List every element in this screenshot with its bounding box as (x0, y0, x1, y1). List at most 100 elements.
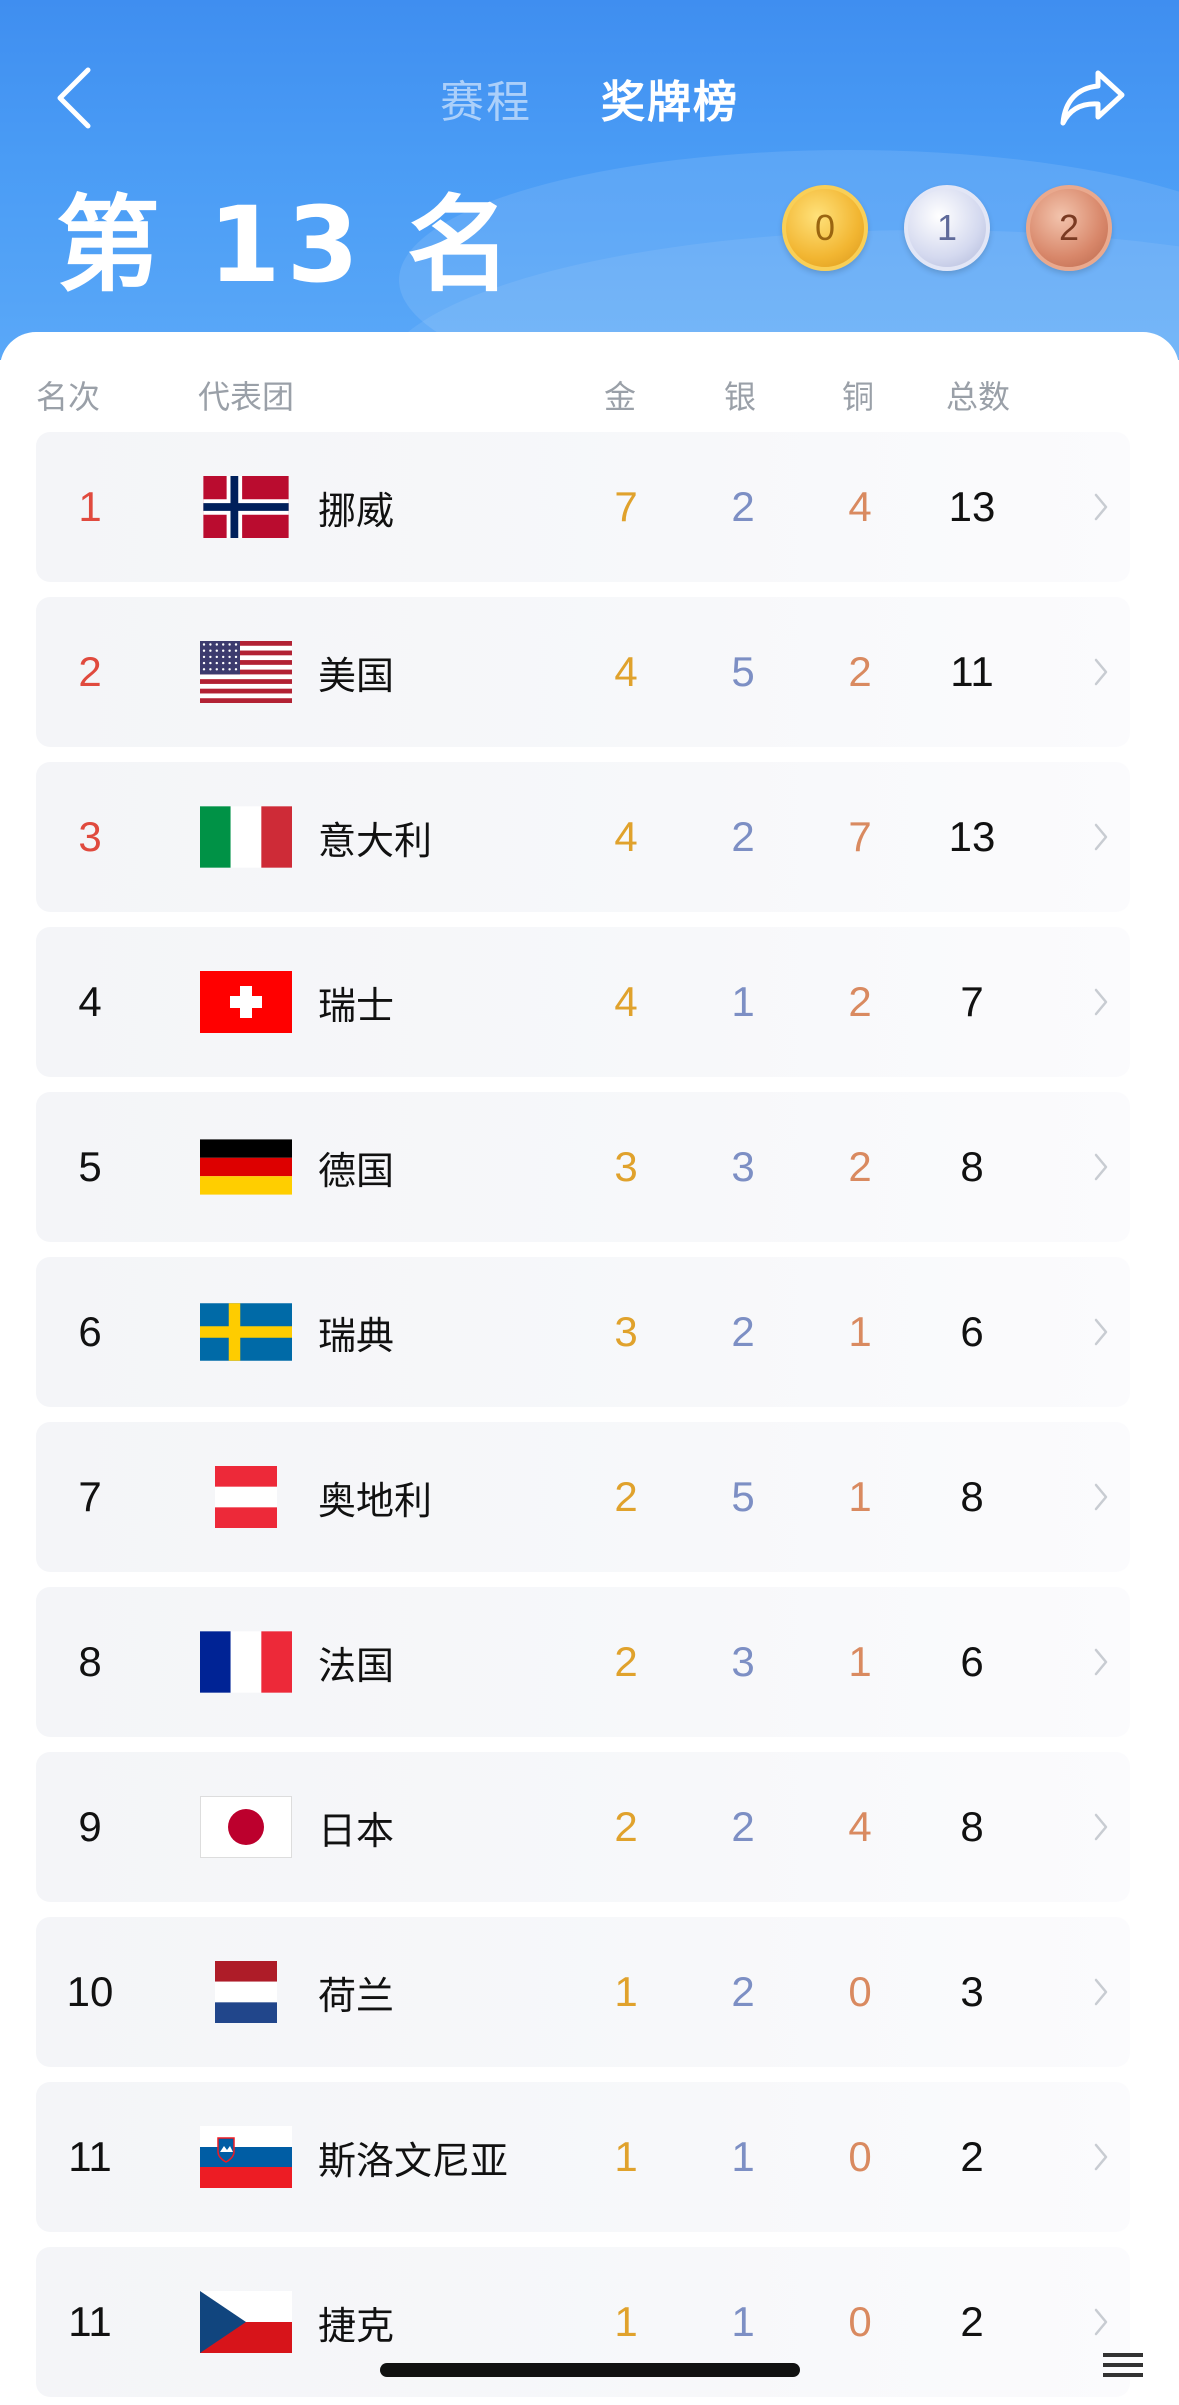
row-rank: 5 (78, 1143, 102, 1190)
row-gold-count: 1 (614, 1968, 638, 2015)
share-icon (1060, 70, 1125, 126)
row-bronze-count: 4 (848, 1803, 872, 1850)
table-row[interactable]: 4 瑞士 4 1 2 7 (36, 927, 1130, 1077)
row-country-name: 意大利 (318, 820, 433, 863)
column-header-silver: 银 (724, 379, 757, 415)
slovenia-flag-icon (200, 2082, 292, 2232)
table-row[interactable]: 2 美国 4 5 2 11 (36, 597, 1130, 747)
row-silver-count: 5 (731, 1473, 755, 1520)
row-total-count: 6 (960, 1308, 984, 1355)
row-total-count: 13 (948, 813, 996, 860)
row-silver-count: 2 (731, 1968, 755, 2015)
row-silver-count: 2 (731, 483, 755, 530)
sweden-flag-icon (200, 1257, 292, 1407)
czech-flag-icon (200, 2247, 292, 2397)
table-row[interactable]: 8 法国 2 3 1 6 (36, 1587, 1130, 1737)
row-rank: 6 (78, 1308, 102, 1355)
row-country-name: 荷兰 (318, 1975, 395, 2018)
row-bronze-count: 7 (848, 813, 872, 860)
share-button[interactable] (1053, 60, 1133, 136)
row-total-count: 2 (960, 2298, 984, 2345)
gold-medal-count: 0 (814, 207, 836, 248)
chevron-right-icon (1086, 1917, 1116, 2067)
silver-medal-count: 1 (936, 207, 958, 248)
column-header-rank: 名次 (36, 379, 101, 415)
austria-flag-icon (200, 1422, 292, 1572)
table-row[interactable]: 6 瑞典 3 2 1 6 (36, 1257, 1130, 1407)
current-rank-title: 第 13 名 (56, 184, 518, 306)
row-silver-count: 5 (731, 648, 755, 695)
row-silver-count: 1 (731, 2133, 755, 2180)
germany-flag-icon (200, 1092, 292, 1242)
chevron-right-icon (1086, 2082, 1116, 2232)
row-bronze-count: 2 (848, 648, 872, 695)
row-bronze-count: 2 (848, 1143, 872, 1190)
table-row[interactable]: 7 奥地利 2 5 1 8 (36, 1422, 1130, 1572)
row-silver-count: 3 (731, 1143, 755, 1190)
switzerland-flag-icon (200, 927, 292, 1077)
row-gold-count: 3 (614, 1308, 638, 1355)
row-rank: 9 (78, 1803, 102, 1850)
tab-bar: 赛程 奖牌榜 (0, 66, 1179, 130)
column-header-bronze: 铜 (842, 379, 875, 415)
row-total-count: 8 (960, 1803, 984, 1850)
chevron-right-icon (1086, 1752, 1116, 1902)
row-total-count: 6 (960, 1638, 984, 1685)
tab-medal-table[interactable]: 奖牌榜 (601, 66, 739, 130)
row-bronze-count: 1 (848, 1638, 872, 1685)
table-row[interactable]: 10 荷兰 1 2 0 3 (36, 1917, 1130, 2067)
row-bronze-count: 4 (848, 483, 872, 530)
usa-flag-icon (200, 597, 292, 747)
chevron-right-icon (1086, 1422, 1116, 1572)
row-bronze-count: 0 (848, 1968, 872, 2015)
row-bronze-count: 1 (848, 1473, 872, 1520)
row-country-name: 德国 (318, 1150, 395, 1193)
table-row[interactable]: 3 意大利 4 2 7 13 (36, 762, 1130, 912)
chevron-right-icon (1086, 432, 1116, 582)
silver-medal-badge: 1 (904, 185, 990, 271)
row-rank: 8 (78, 1638, 102, 1685)
row-bronze-count: 1 (848, 1308, 872, 1355)
row-bronze-count: 2 (848, 978, 872, 1025)
row-gold-count: 1 (614, 2133, 638, 2180)
row-silver-count: 2 (731, 1803, 755, 1850)
table-row[interactable]: 5 德国 3 3 2 8 (36, 1092, 1130, 1242)
row-total-count: 13 (948, 483, 996, 530)
row-bronze-count: 0 (848, 2298, 872, 2345)
table-row[interactable]: 1 挪威 7 2 4 13 (36, 432, 1130, 582)
column-header-gold: 金 (604, 379, 637, 415)
row-gold-count: 4 (614, 813, 638, 860)
table-row[interactable]: 11 斯洛文尼亚 1 1 0 2 (36, 2082, 1130, 2232)
row-total-count: 8 (960, 1143, 984, 1190)
row-gold-count: 2 (614, 1638, 638, 1685)
menu-lines-icon (1103, 2353, 1143, 2377)
row-silver-count: 2 (731, 813, 755, 860)
row-gold-count: 7 (614, 483, 638, 530)
row-country-name: 瑞典 (318, 1315, 395, 1358)
table-row[interactable]: 9 日本 2 2 4 8 (36, 1752, 1130, 1902)
row-total-count: 2 (960, 2133, 984, 2180)
netherlands-flag-icon (200, 1917, 292, 2067)
column-header-total: 总数 (946, 379, 1011, 415)
row-country-name: 奥地利 (318, 1480, 433, 1523)
row-rank: 1 (78, 483, 102, 530)
row-total-count: 3 (960, 1968, 984, 2015)
row-rank: 11 (68, 2298, 112, 2345)
row-gold-count: 2 (614, 1803, 638, 1850)
row-country-name: 法国 (318, 1645, 395, 1688)
row-rank: 3 (78, 813, 102, 860)
row-total-count: 11 (950, 648, 994, 695)
row-silver-count: 1 (731, 978, 755, 1025)
row-country-name: 美国 (318, 655, 395, 698)
row-total-count: 7 (960, 978, 984, 1025)
chevron-right-icon (1086, 597, 1116, 747)
row-country-name: 挪威 (318, 490, 395, 533)
chevron-right-icon (1086, 927, 1116, 1077)
row-gold-count: 4 (614, 648, 638, 695)
chevron-right-icon (1086, 1587, 1116, 1737)
tab-schedule[interactable]: 赛程 (440, 66, 532, 130)
norway-flag-icon (200, 432, 292, 582)
gold-medal-badge: 0 (782, 185, 868, 271)
row-gold-count: 3 (614, 1143, 638, 1190)
bronze-medal-count: 2 (1058, 207, 1080, 248)
